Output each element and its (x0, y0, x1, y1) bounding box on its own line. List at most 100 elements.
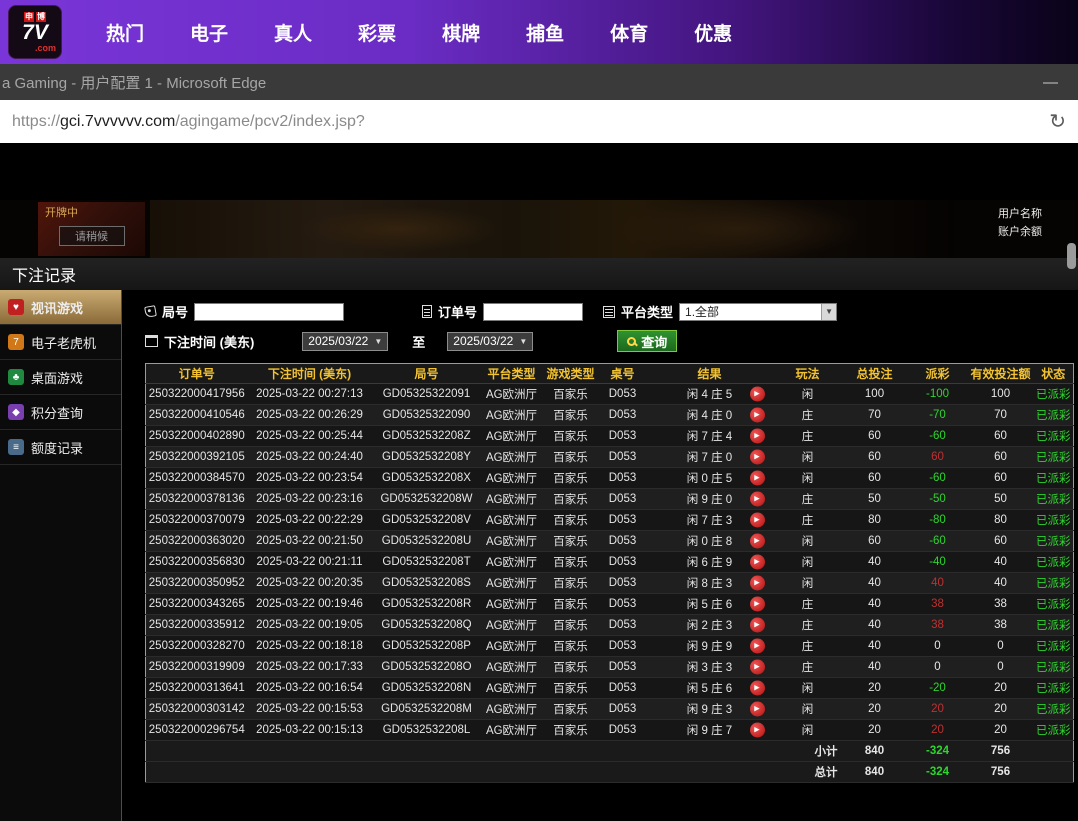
total-label: 总计 (774, 762, 842, 783)
order-input[interactable] (483, 303, 583, 321)
cell-status: 已派彩 (1034, 699, 1074, 720)
cell-payout: -20 (908, 678, 968, 699)
nav-item-slots[interactable]: 电子 (190, 19, 228, 46)
nav-item-fishing[interactable]: 捕鱼 (526, 19, 564, 46)
sidebar-item-label: 额度记录 (31, 438, 83, 457)
document-icon (422, 305, 432, 318)
total-payout: -324 (908, 762, 968, 783)
cell-play: 闲 (774, 447, 842, 468)
platform-select[interactable]: 1.全部 ▼ (679, 303, 837, 321)
play-video-button[interactable]: ▶ (750, 534, 765, 549)
cell-round-no: GD0532532208X (372, 468, 482, 489)
play-video-button[interactable]: ▶ (750, 450, 765, 465)
play-video-button[interactable]: ▶ (750, 660, 765, 675)
col-valid-bet: 有效投注额 (968, 364, 1034, 384)
cell-total-bet: 40 (842, 552, 908, 573)
table-footer: 小计 840 -324 756 总计 840 -324 756 (146, 741, 1074, 783)
cell-status: 已派彩 (1034, 615, 1074, 636)
table-row: 250322000303142 2025-03-22 00:15:53 GD05… (146, 699, 1074, 720)
cell-bet-time: 2025-03-22 00:19:05 (248, 615, 372, 636)
search-icon (627, 337, 636, 346)
sidebar-item-points-query[interactable]: ◆ 积分查询 (0, 395, 121, 430)
cell-total-bet: 80 (842, 510, 908, 531)
nav-item-sports[interactable]: 体育 (610, 19, 648, 46)
play-video-button[interactable]: ▶ (750, 618, 765, 633)
cell-platform: AG欧洲厅 (482, 468, 542, 489)
search-button[interactable]: 查询 (617, 330, 677, 352)
play-video-button[interactable]: ▶ (750, 681, 765, 696)
sidebar-item-table-games[interactable]: ♣ 桌面游戏 (0, 360, 121, 395)
table-row: 250322000417956 2025-03-22 00:27:13 GD05… (146, 384, 1074, 405)
cell-table-no: D053 (600, 552, 646, 573)
cell-order-no: 250322000392105 (146, 447, 248, 468)
cell-game-type: 百家乐 (542, 468, 600, 489)
sidebar-item-slot-machine[interactable]: 7 电子老虎机 (0, 325, 121, 360)
play-video-button[interactable]: ▶ (750, 723, 765, 738)
result-text: 闲 4 庄 0 (687, 410, 732, 422)
cell-play: 庄 (774, 489, 842, 510)
cell-payout: 38 (908, 615, 968, 636)
nav-item-cards[interactable]: 棋牌 (442, 19, 480, 46)
nav-item-lottery[interactable]: 彩票 (358, 19, 396, 46)
cell-table-no: D053 (600, 447, 646, 468)
cell-round-no: GD0532532208M (372, 699, 482, 720)
sidebar-item-label: 桌面游戏 (31, 368, 83, 387)
page-title: 下注记录 (0, 258, 1078, 290)
result-text: 闲 2 庄 3 (687, 620, 732, 632)
play-video-button[interactable]: ▶ (750, 597, 765, 612)
cell-game-type: 百家乐 (542, 615, 600, 636)
cell-valid-bet: 40 (968, 552, 1034, 573)
refresh-icon[interactable]: ↻ (1049, 109, 1066, 134)
cell-status: 已派彩 (1034, 447, 1074, 468)
game-thumbnail[interactable]: 开牌中 请稍候 (38, 202, 145, 256)
cards-icon: ♥ (8, 299, 24, 315)
scrollbar-thumb[interactable] (1067, 243, 1076, 269)
play-video-button[interactable]: ▶ (750, 576, 765, 591)
cell-platform: AG欧洲厅 (482, 426, 542, 447)
total-valid: 756 (968, 762, 1034, 783)
play-video-button[interactable]: ▶ (750, 408, 765, 423)
play-video-button[interactable]: ▶ (750, 555, 765, 570)
cell-status: 已派彩 (1034, 657, 1074, 678)
cell-payout: 60 (908, 447, 968, 468)
play-video-button[interactable]: ▶ (750, 429, 765, 444)
cell-status: 已派彩 (1034, 426, 1074, 447)
cell-game-type: 百家乐 (542, 720, 600, 741)
cell-bet-time: 2025-03-22 00:17:33 (248, 657, 372, 678)
filter-row-1: 局号 订单号 平台类型 1.全部 ▼ (145, 302, 1078, 321)
round-input[interactable] (194, 303, 344, 321)
club-icon: ♣ (8, 369, 24, 385)
col-payout: 派彩 (908, 364, 968, 384)
cell-play: 庄 (774, 405, 842, 426)
cell-game-type: 百家乐 (542, 594, 600, 615)
url-bar[interactable]: https://gci.7vvvvvv.com/agingame/pcv2/in… (0, 100, 1078, 143)
cell-bet-time: 2025-03-22 00:15:53 (248, 699, 372, 720)
cell-result: 闲 9 庄 9 ▶ (646, 636, 774, 657)
nav-item-live[interactable]: 真人 (274, 19, 312, 46)
result-text: 闲 5 庄 6 (687, 599, 732, 611)
cell-total-bet: 60 (842, 426, 908, 447)
cell-order-no: 250322000313641 (146, 678, 248, 699)
round-label: 局号 (162, 302, 188, 321)
logo-badge-2: 博 (36, 12, 46, 22)
result-text: 闲 6 庄 9 (687, 557, 732, 569)
date-from-select[interactable]: 2025/03/22 ▼ (302, 332, 388, 351)
play-video-button[interactable]: ▶ (750, 492, 765, 507)
table-header: 订单号 下注时间 (美东) 局号 平台类型 游戏类型 桌号 结果 玩法 总投注 … (146, 364, 1074, 384)
site-logo[interactable]: 申 博 7V .com (8, 5, 62, 59)
sidebar-item-video-games[interactable]: ♥ 视讯游戏 (0, 290, 121, 325)
play-video-button[interactable]: ▶ (750, 513, 765, 528)
date-to-select[interactable]: 2025/03/22 ▼ (447, 332, 533, 351)
play-video-button[interactable]: ▶ (750, 639, 765, 654)
play-video-button[interactable]: ▶ (750, 387, 765, 402)
nav-item-hot[interactable]: 热门 (106, 19, 144, 46)
minimize-button[interactable]: — (1043, 74, 1058, 91)
cell-total-bet: 100 (842, 384, 908, 405)
play-video-button[interactable]: ▶ (750, 471, 765, 486)
play-video-button[interactable]: ▶ (750, 702, 765, 717)
diamond-icon: ◆ (8, 404, 24, 420)
sidebar-item-credit-records[interactable]: ≡ 额度记录 (0, 430, 121, 465)
cell-bet-time: 2025-03-22 00:21:50 (248, 531, 372, 552)
nav-item-promo[interactable]: 优惠 (694, 19, 732, 46)
cell-game-type: 百家乐 (542, 531, 600, 552)
